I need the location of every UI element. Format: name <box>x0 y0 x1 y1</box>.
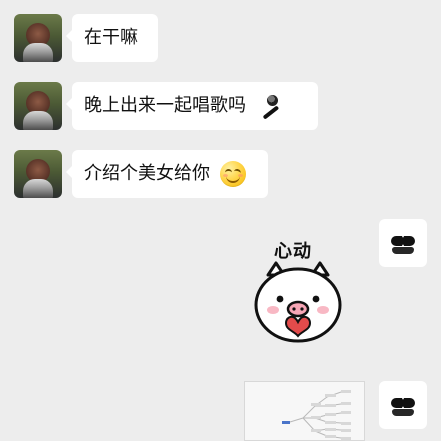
profile-avatar[interactable] <box>14 14 62 62</box>
sunglasses-mustache-avatar[interactable] <box>379 381 427 429</box>
message-bubble-1[interactable]: 在干嘛 <box>66 14 158 62</box>
message-bubble-3[interactable]: 介绍个美女给你 <box>66 150 268 198</box>
pig-sticker[interactable]: 心动 <box>250 233 346 353</box>
chat-window: 在干嘛 晚上出来一起唱歌吗 介绍个美女给你 心动 <box>0 0 441 441</box>
message-bubble-2[interactable]: 晚上出来一起唱歌吗 <box>66 82 318 130</box>
microphone-icon <box>256 93 282 120</box>
mind-map-preview-art <box>245 382 364 440</box>
profile-avatar[interactable] <box>14 82 62 130</box>
pig-sticker-art <box>254 261 342 343</box>
sunglasses-mustache-avatar[interactable] <box>379 219 427 267</box>
message-text-1: 在干嘛 <box>84 27 138 48</box>
message-text-2: 晚上出来一起唱歌吗 <box>84 95 246 116</box>
grinning-face-icon <box>219 161 246 187</box>
message-text-3: 介绍个美女给你 <box>84 163 210 184</box>
mind-map-preview[interactable] <box>244 381 365 441</box>
profile-avatar[interactable] <box>14 150 62 198</box>
